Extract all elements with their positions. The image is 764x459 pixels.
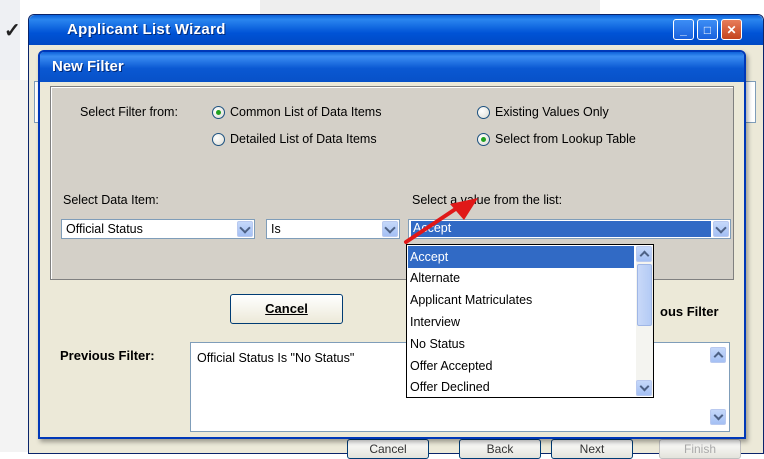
scroll-up-icon[interactable] bbox=[636, 246, 652, 262]
select-filter-from-label: Select Filter from: bbox=[80, 105, 178, 119]
radio-existing-values-label: Existing Values Only bbox=[495, 105, 609, 119]
background-top bbox=[260, 0, 600, 14]
data-item-value: Official Status bbox=[66, 222, 143, 236]
scroll-down-icon[interactable] bbox=[636, 380, 652, 396]
value-dropdown-list: Accept Alternate Applicant Matriculates … bbox=[406, 244, 654, 398]
operator-select[interactable]: Is bbox=[266, 219, 400, 239]
chevron-down-icon[interactable] bbox=[237, 221, 253, 237]
scroll-thumb[interactable] bbox=[637, 264, 652, 326]
cancel-button[interactable]: Cancel bbox=[230, 294, 343, 324]
operator-value: Is bbox=[271, 222, 281, 236]
radio-selected-icon bbox=[212, 106, 225, 119]
select-data-item-label: Select Data Item: bbox=[63, 193, 159, 207]
previous-filter-label: Previous Filter: bbox=[60, 348, 155, 363]
wizard-next-button[interactable]: Next bbox=[551, 439, 633, 459]
dropdown-option[interactable]: Offer Accepted bbox=[408, 355, 634, 377]
maximize-button[interactable]: □ bbox=[697, 19, 718, 40]
radio-selected-icon bbox=[477, 133, 490, 146]
previous-filter-text: Official Status Is "No Status" bbox=[197, 351, 355, 365]
wizard-back-button[interactable]: Back bbox=[459, 439, 541, 459]
radio-detailed-list[interactable]: Detailed List of Data Items bbox=[212, 131, 412, 147]
radio-unselected-icon bbox=[212, 133, 225, 146]
previous-filter-heading: ous Filter bbox=[660, 304, 719, 319]
data-item-select[interactable]: Official Status bbox=[61, 219, 255, 239]
new-filter-dialog: New Filter Select Filter from: Common Li… bbox=[38, 50, 746, 439]
radio-existing-values[interactable]: Existing Values Only bbox=[477, 104, 677, 120]
radio-lookup-table-label: Select from Lookup Table bbox=[495, 132, 636, 146]
filter-titlebar bbox=[40, 52, 744, 82]
chevron-down-icon[interactable] bbox=[713, 221, 729, 237]
radio-lookup-table[interactable]: Select from Lookup Table bbox=[477, 131, 697, 147]
dropdown-option[interactable]: Accept bbox=[408, 246, 634, 268]
scroll-down-icon[interactable] bbox=[710, 409, 726, 425]
wizard-cancel-button[interactable]: Cancel bbox=[347, 439, 429, 459]
dropdown-option[interactable]: Applicant Matriculates bbox=[408, 289, 634, 311]
dropdown-option[interactable]: Offer Declined bbox=[408, 376, 634, 398]
wizard-finish-button[interactable]: Finish bbox=[659, 439, 741, 459]
red-arrow-icon bbox=[404, 198, 478, 244]
checkmark-icon: ✓ bbox=[4, 20, 21, 42]
scroll-up-icon[interactable] bbox=[710, 347, 726, 363]
cancel-button-label: Cancel bbox=[265, 301, 308, 316]
radio-common-list[interactable]: Common List of Data Items bbox=[212, 104, 412, 120]
chevron-down-icon[interactable] bbox=[382, 221, 398, 237]
dropdown-option[interactable]: Alternate bbox=[408, 267, 634, 289]
dropdown-option[interactable]: Interview bbox=[408, 311, 634, 333]
radio-common-list-label: Common List of Data Items bbox=[230, 105, 382, 119]
close-button[interactable]: ✕ bbox=[721, 19, 742, 40]
dropdown-option[interactable]: No Status bbox=[408, 333, 634, 355]
filter-dialog-title: New Filter bbox=[52, 58, 124, 75]
dropdown-scrollbar[interactable] bbox=[636, 246, 653, 396]
radio-unselected-icon bbox=[477, 106, 490, 119]
radio-detailed-list-label: Detailed List of Data Items bbox=[230, 132, 377, 146]
wizard-title: Applicant List Wizard bbox=[67, 21, 226, 38]
minimize-button[interactable]: _ bbox=[673, 19, 694, 40]
